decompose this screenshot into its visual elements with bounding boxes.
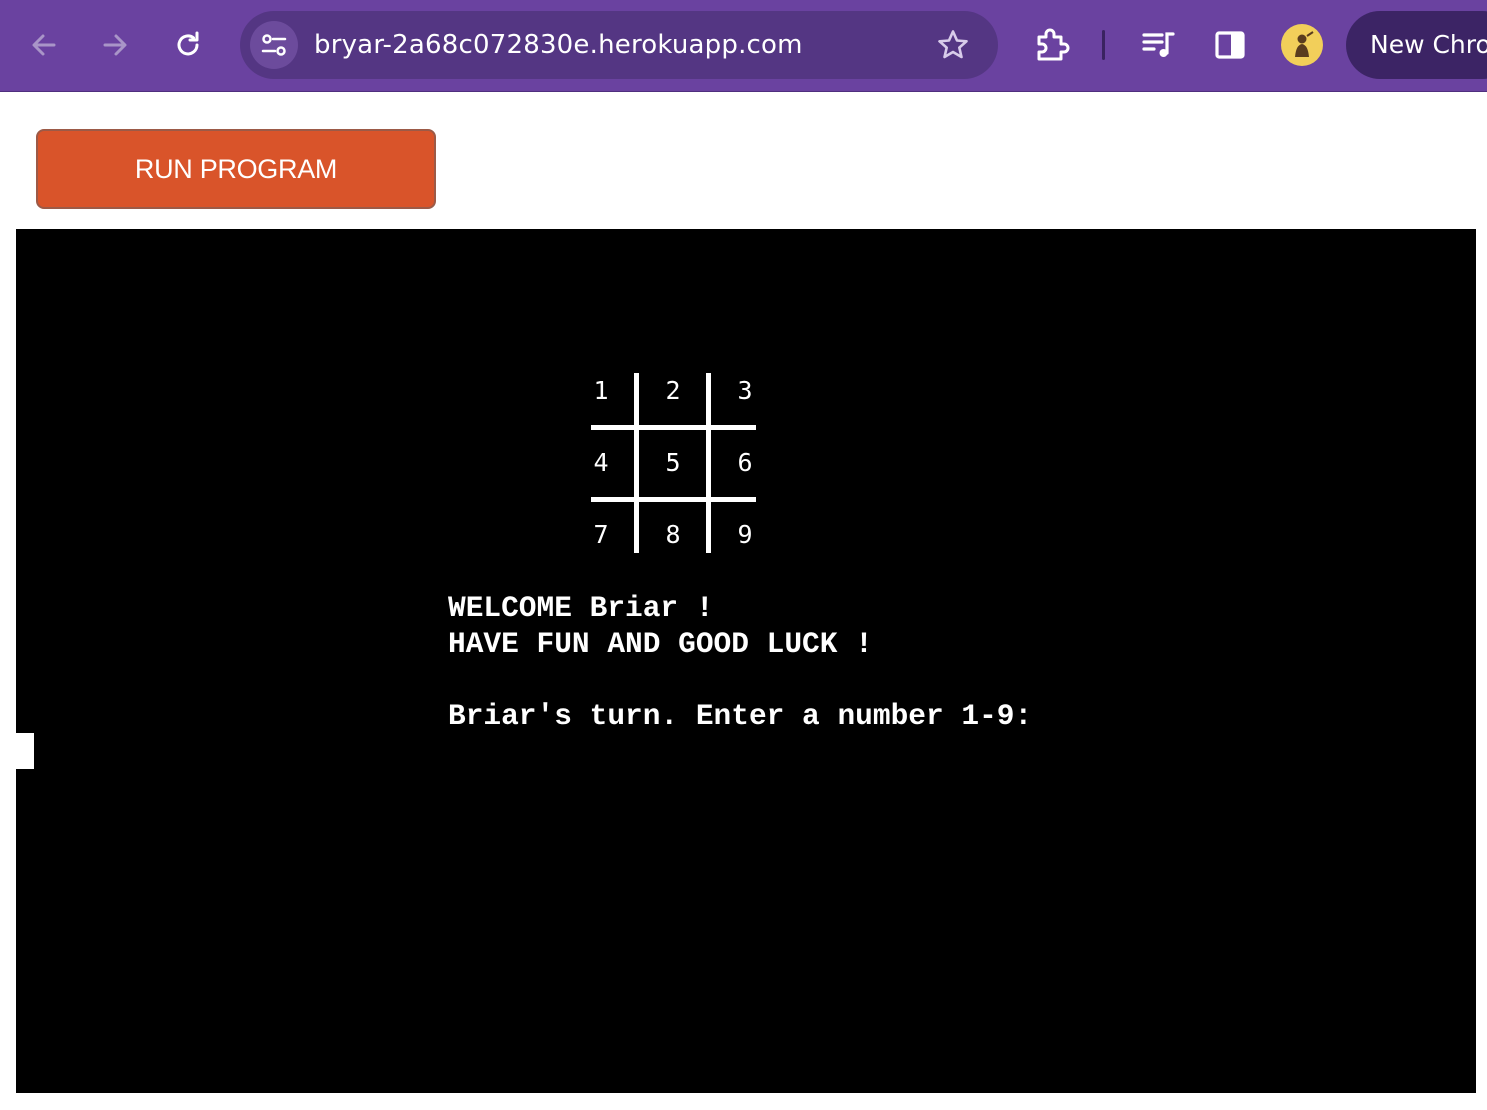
board-cell: 7 <box>593 520 609 549</box>
good-luck-message: HAVE FUN AND GOOD LUCK ! <box>448 627 873 661</box>
profile-avatar[interactable] <box>1281 24 1323 66</box>
forward-arrow-icon <box>103 34 127 56</box>
url-text[interactable]: bryar-2a68c072830e.herokuapp.com <box>314 11 803 79</box>
back-button[interactable] <box>21 22 67 68</box>
welcome-message: WELCOME Briar ! <box>448 591 714 625</box>
address-bar[interactable]: bryar-2a68c072830e.herokuapp.com <box>240 11 998 79</box>
board-cell: 3 <box>737 376 753 405</box>
terminal-cursor[interactable] <box>16 733 34 769</box>
browser-toolbar: bryar-2a68c072830e.herokuapp.com New Chr… <box>0 0 1487 92</box>
toolbar-separator <box>1102 30 1105 60</box>
board-horizontal-line <box>591 497 756 502</box>
board-vertical-line <box>706 373 711 553</box>
puzzle-piece-icon <box>1037 28 1070 61</box>
avatar-figure-icon <box>1295 31 1314 57</box>
site-info-button[interactable] <box>250 21 298 69</box>
board-cell: 2 <box>665 376 681 405</box>
board-cell: 6 <box>737 448 753 477</box>
board-vertical-line <box>634 373 639 553</box>
board-cell: 1 <box>593 376 609 405</box>
terminal-screen[interactable]: 1 2 3 4 5 6 7 8 9 WELCOME Briar ! HAVE F… <box>16 229 1476 1093</box>
board-cell: 9 <box>737 520 753 549</box>
tic-tac-toe-board: 1 2 3 4 5 6 7 8 9 <box>591 373 756 553</box>
back-arrow-icon <box>32 34 56 56</box>
board-cell: 4 <box>593 448 609 477</box>
new-chrome-available-button[interactable]: New Chro <box>1346 11 1487 79</box>
board-cell: 8 <box>665 520 681 549</box>
extensions-button[interactable] <box>1030 24 1072 66</box>
board-horizontal-line <box>591 425 756 430</box>
reload-icon <box>177 31 199 56</box>
turn-prompt: Briar's turn. Enter a number 1-9: <box>448 699 1033 733</box>
forward-button[interactable] <box>92 22 138 68</box>
reload-button[interactable] <box>165 22 211 68</box>
tune-icon <box>261 34 287 56</box>
side-panel-button[interactable] <box>1209 24 1251 66</box>
media-controls-button[interactable] <box>1137 24 1179 66</box>
side-panel-icon <box>1215 31 1245 59</box>
bookmark-star-icon[interactable] <box>936 28 970 62</box>
board-cell: 5 <box>665 448 681 477</box>
queue-music-icon <box>1142 32 1175 57</box>
run-program-button[interactable]: RUN PROGRAM <box>36 129 436 209</box>
